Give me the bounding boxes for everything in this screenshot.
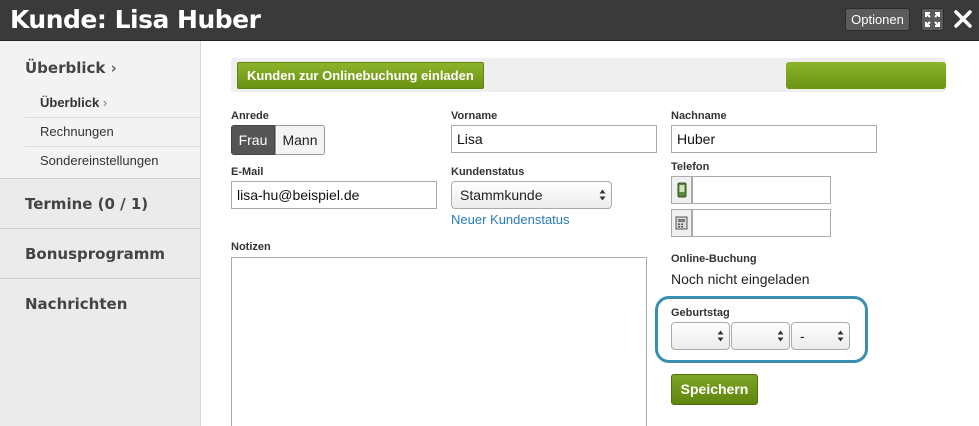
save-button[interactable]: Speichern — [671, 374, 758, 405]
expand-icon — [925, 12, 940, 27]
salutation-option-mann[interactable]: Mann — [275, 125, 325, 155]
salutation-label: Anrede — [231, 110, 269, 122]
select-arrows-icon — [717, 330, 724, 342]
select-arrows-icon — [777, 330, 784, 342]
select-arrows-icon — [599, 189, 606, 201]
sidebar-overview-group: Überblick › Überblick › Rechnungen Sonde… — [0, 41, 200, 178]
sidebar-item-label: Nachrichten — [25, 295, 128, 313]
notes-textarea[interactable] — [231, 257, 647, 426]
last-name-field[interactable]: Huber — [671, 125, 877, 153]
close-button[interactable] — [952, 6, 974, 32]
phone-label: Telefon — [671, 161, 710, 173]
sidebar-subitem-label: Sondereinstellungen — [40, 153, 159, 168]
sidebar: Überblick › Überblick › Rechnungen Sonde… — [0, 41, 201, 426]
sidebar-subitem-label: Überblick — [40, 95, 100, 110]
sidebar-subitem-label: Rechnungen — [40, 124, 114, 139]
landline-phone-field[interactable] — [692, 209, 831, 237]
close-icon — [954, 10, 972, 28]
first-name-label: Vorname — [451, 110, 498, 122]
new-customer-status-link[interactable]: Neuer Kundenstatus — [451, 212, 570, 227]
customer-status-label: Kundenstatus — [451, 166, 525, 178]
birthday-label: Geburtstag — [671, 307, 730, 319]
expand-button[interactable] — [921, 8, 944, 31]
birthday-month-select[interactable] — [731, 322, 790, 350]
mobile-phone-field[interactable] — [692, 176, 831, 204]
online-booking-label: Online-Buchung — [671, 253, 757, 265]
online-booking-status: Noch nicht eingeladen — [671, 271, 810, 287]
main-content: Kunden zur Onlinebuchung einladen Anrede… — [201, 41, 979, 426]
action-bar: Kunden zur Onlinebuchung einladen — [231, 58, 946, 92]
sidebar-item-messages[interactable]: Nachrichten — [0, 278, 200, 426]
email-label: E-Mail — [231, 166, 264, 178]
mobile-phone-icon — [671, 176, 692, 204]
secondary-action-button[interactable] — [786, 62, 946, 89]
email-field[interactable]: lisa-hu@beispiel.de — [231, 181, 437, 209]
select-arrows-icon — [837, 330, 844, 342]
title-bar: Kunde: Lisa Huber Optionen — [0, 0, 979, 41]
sidebar-subitem-overview[interactable]: Überblick › — [25, 89, 200, 118]
birthday-year-value: - — [800, 328, 805, 344]
last-name-label: Nachname — [671, 110, 727, 122]
sidebar-subitem-special-settings[interactable]: Sondereinstellungen — [25, 147, 200, 176]
chevron-right-icon: › — [102, 95, 108, 110]
salutation-option-frau[interactable]: Frau — [231, 125, 275, 155]
options-button[interactable]: Optionen — [845, 8, 910, 31]
sidebar-item-bonus-program[interactable]: Bonusprogramm — [0, 228, 200, 278]
sidebar-subitem-invoices[interactable]: Rechnungen — [25, 118, 200, 147]
landline-phone-icon — [671, 209, 692, 237]
chevron-right-icon: › — [110, 59, 117, 77]
sidebar-item-appointments[interactable]: Termine (0 / 1) — [0, 178, 200, 228]
first-name-field[interactable]: Lisa — [451, 125, 657, 153]
sidebar-item-label: Termine (0 / 1) — [25, 195, 149, 213]
notes-label: Notizen — [231, 241, 271, 253]
customer-status-select[interactable]: Stammkunde — [451, 181, 612, 209]
sidebar-item-overview[interactable]: Überblick › — [0, 59, 200, 77]
page-title: Kunde: Lisa Huber — [10, 5, 261, 34]
customer-status-value: Stammkunde — [460, 187, 543, 203]
sidebar-item-label: Bonusprogramm — [25, 245, 165, 263]
sidebar-item-label: Überblick — [25, 59, 106, 77]
birthday-year-select[interactable]: - — [791, 322, 850, 350]
birthday-day-select[interactable] — [671, 322, 730, 350]
invite-online-booking-button[interactable]: Kunden zur Onlinebuchung einladen — [237, 62, 484, 89]
